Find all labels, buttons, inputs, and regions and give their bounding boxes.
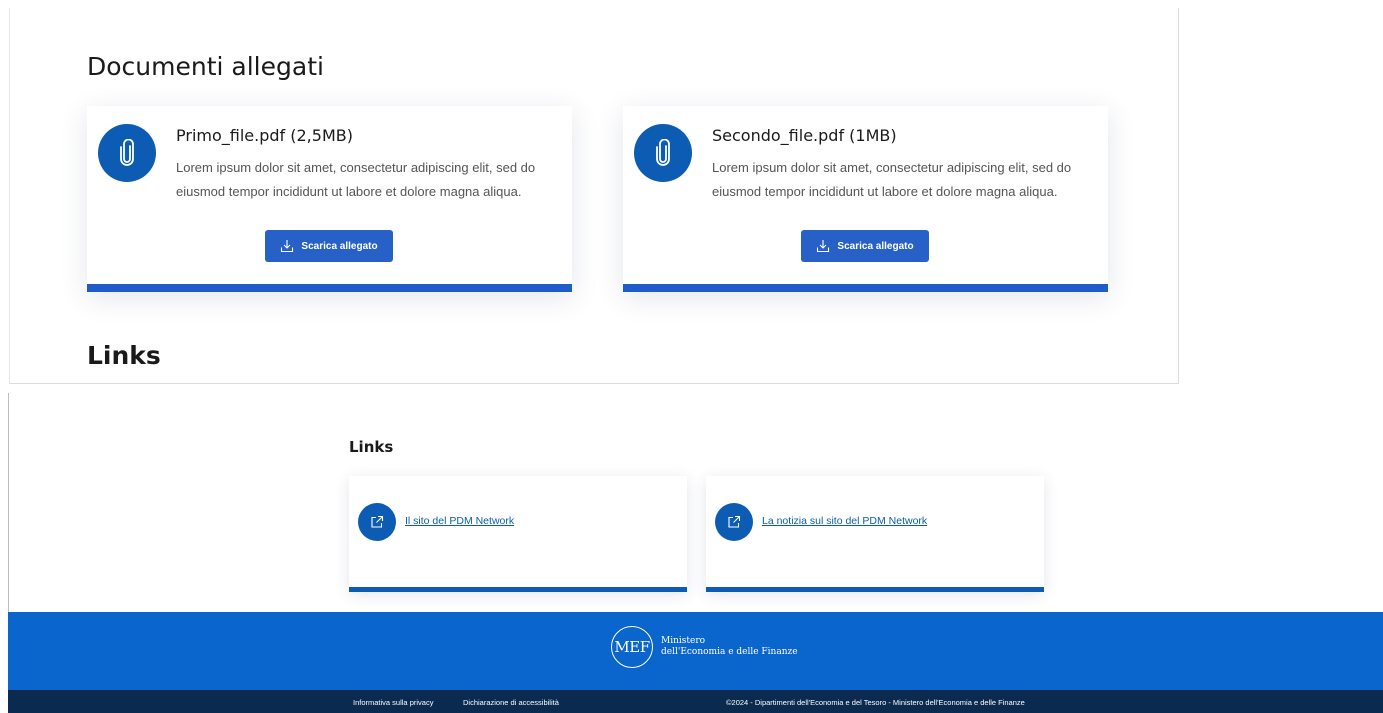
download-icon (817, 240, 830, 253)
document-title: Secondo_file.pdf (1MB) (712, 126, 897, 145)
download-button-label: Scarica allegato (301, 240, 378, 252)
link-pdm-site[interactable]: Il sito del PDM Network (405, 515, 514, 527)
external-link-icon (358, 503, 396, 541)
paperclip-icon (98, 124, 156, 182)
copyright-text: ©2024 - Dipartimenti dell'Economia e del… (726, 698, 1025, 707)
link-card-1: Il sito del PDM Network (349, 476, 687, 592)
card-accent-bar (623, 284, 1108, 292)
footer-brand-bar: MEF Ministero dell'Economia e delle Fina… (8, 612, 1383, 690)
mef-seal-icon: MEF (611, 626, 653, 668)
links-heading: Links (349, 438, 394, 456)
mef-logo-text: Ministero dell'Economia e delle Finanze (661, 636, 798, 657)
attachments-panel: Documenti allegati Primo_file.pdf (2,5MB… (9, 8, 1179, 384)
card-accent-bar (349, 587, 687, 592)
document-description: Lorem ipsum dolor sit amet, consectetur … (712, 160, 1072, 199)
documents-heading: Documenti allegati (87, 52, 324, 81)
download-attachment-button[interactable]: Scarica allegato (801, 230, 929, 262)
download-button-label: Scarica allegato (837, 240, 914, 252)
document-card-2: Secondo_file.pdf (1MB) Lorem ipsum dolor… (623, 106, 1108, 292)
download-icon (281, 240, 294, 253)
download-attachment-button[interactable]: Scarica allegato (265, 230, 393, 262)
card-accent-bar (706, 587, 1044, 592)
accessibility-link[interactable]: Dichiarazione di accessibilità (463, 698, 559, 707)
footer-legal-bar: Informativa sulla privacy Dichiarazione … (8, 690, 1383, 713)
link-card-2: La notizia sul sito del PDM Network (706, 476, 1044, 592)
page-edge-divider (8, 393, 9, 613)
external-link-icon (715, 503, 753, 541)
document-title: Primo_file.pdf (2,5MB) (176, 126, 353, 145)
paperclip-icon (634, 124, 692, 182)
card-accent-bar (87, 284, 572, 292)
mef-logo[interactable]: MEF Ministero dell'Economia e delle Fina… (611, 626, 798, 668)
document-card-1: Primo_file.pdf (2,5MB) Lorem ipsum dolor… (87, 106, 572, 292)
document-description: Lorem ipsum dolor sit amet, consectetur … (176, 160, 536, 199)
link-pdm-news[interactable]: La notizia sul sito del PDM Network (762, 515, 927, 527)
links-heading-top: Links (87, 341, 161, 370)
privacy-link[interactable]: Informativa sulla privacy (353, 698, 433, 707)
